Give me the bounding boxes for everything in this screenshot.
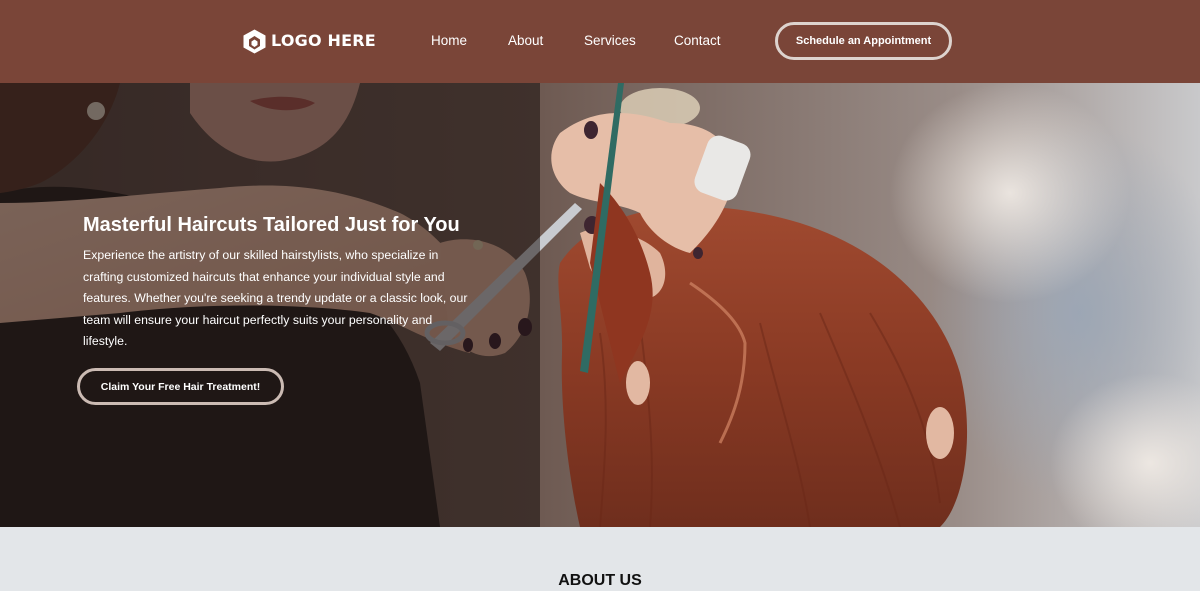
claim-free-treatment-button[interactable]: Claim Your Free Hair Treatment!	[77, 368, 284, 405]
logo[interactable]: LOGO HERE	[241, 27, 376, 55]
nav-about[interactable]: About	[508, 33, 543, 49]
hero-description: Experience the artistry of our skilled h…	[83, 248, 468, 348]
nav-home[interactable]: Home	[431, 33, 467, 49]
hexagon-logo-icon	[243, 29, 266, 53]
nav-services[interactable]: Services	[584, 33, 636, 49]
about-section: ABOUT US	[0, 527, 1200, 589]
logo-text: LOGO HERE	[271, 31, 376, 50]
hero-title: Masterful Haircuts Tailored Just for You	[83, 214, 460, 236]
site-header: LOGO HERE Home About Services Contact Sc…	[0, 0, 1200, 83]
about-heading: ABOUT US	[558, 572, 642, 589]
nav-contact[interactable]: Contact	[674, 33, 721, 49]
schedule-appointment-button[interactable]: Schedule an Appointment	[775, 22, 952, 60]
hero-section: Masterful Haircuts Tailored Just for You…	[0, 83, 1200, 527]
